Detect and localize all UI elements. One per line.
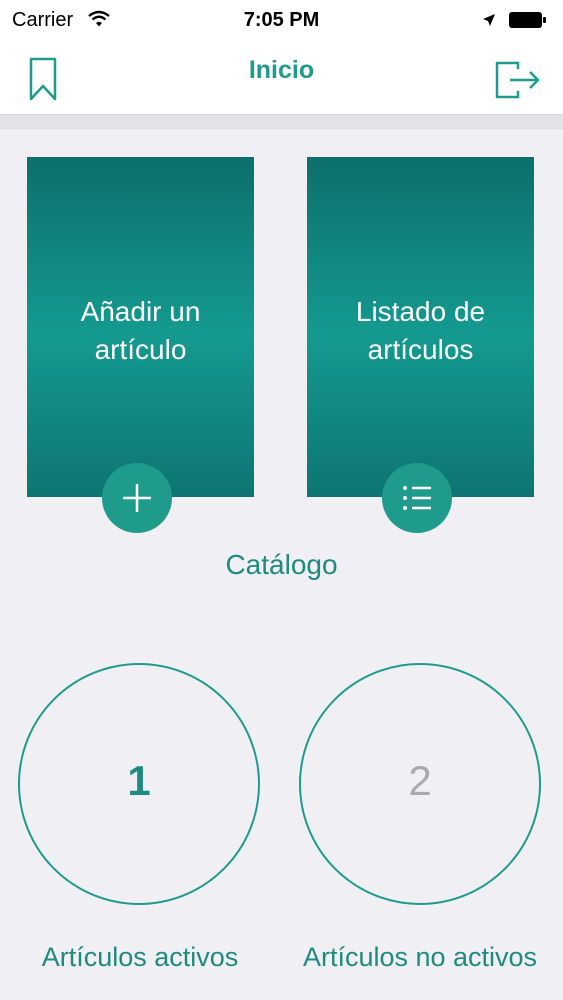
page-title: Inicio <box>248 56 315 84</box>
active-articles-circle[interactable]: 1 <box>18 663 260 905</box>
active-articles-label: Artículos activos <box>41 942 239 972</box>
logout-icon[interactable] <box>494 60 542 100</box>
location-arrow-icon <box>483 14 495 26</box>
status-bar: Carrier 7:05 PM <box>0 0 563 40</box>
add-article-label: Añadir un artículo <box>80 296 201 365</box>
add-article-button[interactable] <box>102 463 172 533</box>
inactive-articles-count: 2 <box>408 757 432 804</box>
list-icon <box>403 486 431 510</box>
catalog-section-label: Catálogo <box>225 549 338 580</box>
article-list-button[interactable] <box>382 463 452 533</box>
inactive-articles-label: Artículos no activos <box>302 942 538 972</box>
active-articles-count: 1 <box>127 757 151 804</box>
header-separator <box>0 115 563 129</box>
battery-icon <box>509 12 546 28</box>
add-article-tile[interactable]: Añadir un artículo <box>27 157 254 497</box>
navigation-bar: Inicio <box>0 40 563 115</box>
inactive-articles-circle[interactable]: 2 <box>299 663 541 905</box>
article-list-label: Listado de artículos <box>355 296 486 365</box>
article-list-tile[interactable]: Listado de artículos <box>307 157 534 497</box>
status-time: 7:05 PM <box>243 9 320 31</box>
plus-icon <box>123 484 151 512</box>
